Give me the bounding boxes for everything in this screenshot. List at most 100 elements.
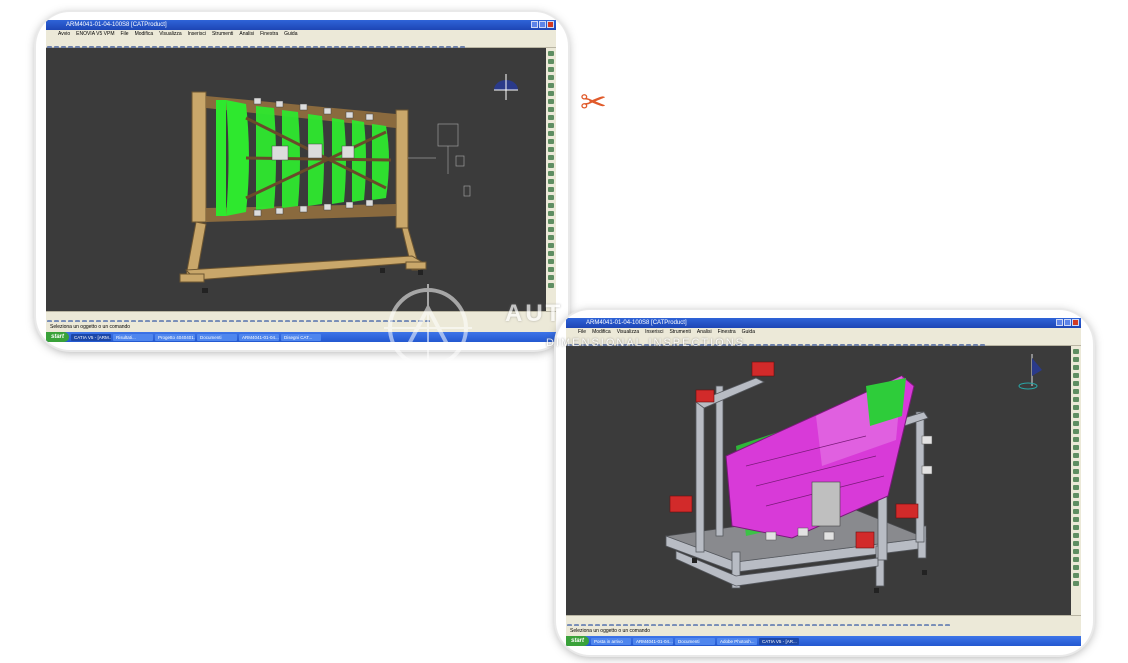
toolbar-icon[interactable]: [1073, 365, 1079, 370]
toolbar-icon[interactable]: [548, 227, 554, 232]
taskbar-item[interactable]: Progetto 4040401...: [155, 333, 196, 341]
menu-item[interactable]: Guida: [742, 328, 755, 336]
toolbar-icon[interactable]: [1073, 373, 1079, 378]
toolbar-icon[interactable]: [548, 235, 554, 240]
toolbar-icon[interactable]: [1073, 485, 1079, 490]
taskbar-item[interactable]: Risultati...: [113, 333, 154, 341]
compass-icon[interactable]: [1018, 354, 1042, 390]
toolbar-icon[interactable]: [1073, 509, 1079, 514]
taskbar-item[interactable]: CATIA V5 - [ARM...: [71, 333, 112, 341]
menu-item[interactable]: Finestra: [718, 328, 736, 336]
3d-viewport[interactable]: [566, 346, 1071, 616]
close-button[interactable]: [547, 21, 554, 28]
3d-viewport[interactable]: [46, 48, 546, 312]
toolbar-icon[interactable]: [1073, 421, 1079, 426]
menu-item[interactable]: Avvio: [58, 30, 70, 38]
taskbar-item[interactable]: Documenti: [197, 333, 238, 341]
menu-item[interactable]: File: [578, 328, 586, 336]
toolbar-icon[interactable]: [1073, 501, 1079, 506]
toolbar-icon[interactable]: [1073, 541, 1079, 546]
maximize-button[interactable]: [539, 21, 546, 28]
menu-item[interactable]: Guida: [284, 30, 297, 38]
close-button[interactable]: [1072, 319, 1079, 326]
toolbar-icon[interactable]: [548, 219, 554, 224]
toolbar-icon[interactable]: [1073, 429, 1079, 434]
toolbar-icon[interactable]: [1073, 557, 1079, 562]
toolbar-icon[interactable]: [1073, 437, 1079, 442]
toolbar-icon[interactable]: [548, 99, 554, 104]
toolbar-icon[interactable]: [1073, 549, 1079, 554]
toolbar-icon[interactable]: [1073, 565, 1079, 570]
menu-item[interactable]: Finestra: [260, 30, 278, 38]
toolbar-icon[interactable]: [548, 163, 554, 168]
menu-item[interactable]: Strumenti: [212, 30, 233, 38]
toolbar-icon[interactable]: [1073, 525, 1079, 530]
toolbar-icon[interactable]: [1073, 517, 1079, 522]
toolbar-icon[interactable]: [1073, 469, 1079, 474]
toolbar-icon[interactable]: [548, 259, 554, 264]
minimize-button[interactable]: [531, 21, 538, 28]
minimize-button[interactable]: [1056, 319, 1063, 326]
taskbar-item[interactable]: Posta in arrivo: [591, 637, 632, 645]
menu-item[interactable]: Inserisci: [188, 30, 206, 38]
toolbar-icon[interactable]: [548, 139, 554, 144]
menu-item[interactable]: Modifica: [135, 30, 154, 38]
toolbar-icon[interactable]: [1073, 477, 1079, 482]
toolbar-icon[interactable]: [548, 123, 554, 128]
taskbar-item[interactable]: CATIA V5 - [AR...: [759, 637, 800, 645]
toolbar-icon[interactable]: [1073, 413, 1079, 418]
menu-item[interactable]: Modifica: [592, 328, 611, 336]
toolbar-icon[interactable]: [548, 275, 554, 280]
toolbar-icon[interactable]: [1073, 405, 1079, 410]
toolbar-icon[interactable]: [548, 75, 554, 80]
toolbar-icon[interactable]: [548, 251, 554, 256]
toolbar-icon[interactable]: [548, 203, 554, 208]
compass-icon[interactable]: [494, 74, 518, 100]
toolbar-icon[interactable]: [1073, 533, 1079, 538]
toolbar-icon[interactable]: [1073, 581, 1079, 586]
menu-item[interactable]: ENOVIA V5 VPM: [76, 30, 114, 38]
toolbar-icon[interactable]: [1073, 493, 1079, 498]
menu-item[interactable]: File: [121, 30, 129, 38]
toolbar-icon[interactable]: [1073, 397, 1079, 402]
toolbar-icon[interactable]: [548, 83, 554, 88]
toolbar-icon[interactable]: [548, 59, 554, 64]
toolbar-icon[interactable]: [548, 283, 554, 288]
taskbar-item[interactable]: Adobe Photosh...: [717, 637, 758, 645]
menu-item[interactable]: Visualizza: [617, 328, 639, 336]
toolbar-icon[interactable]: [1073, 357, 1079, 362]
toolbar-icon[interactable]: [548, 243, 554, 248]
menu-item[interactable]: Visualizza: [159, 30, 181, 38]
taskbar-item[interactable]: Documenti: [675, 637, 716, 645]
toolbar-icon[interactable]: [1073, 389, 1079, 394]
taskbar-item[interactable]: Disegni CAT...: [281, 333, 322, 341]
toolbar-icon[interactable]: [548, 155, 554, 160]
toolbar-icon[interactable]: [548, 131, 554, 136]
toolbar-icon[interactable]: [1073, 453, 1079, 458]
toolbar-icon[interactable]: [548, 179, 554, 184]
toolbar-icon[interactable]: [1073, 349, 1079, 354]
toolbar-icon[interactable]: [548, 147, 554, 152]
toolbar-icon[interactable]: [1073, 573, 1079, 578]
menu-item[interactable]: Strumenti: [669, 328, 690, 336]
toolbar-icon[interactable]: [1073, 445, 1079, 450]
toolbar-icon[interactable]: [548, 187, 554, 192]
toolbar-icon[interactable]: [548, 211, 554, 216]
toolbar-icon[interactable]: [548, 267, 554, 272]
menu-item[interactable]: Analisi: [239, 30, 254, 38]
menu-item[interactable]: Analisi: [697, 328, 712, 336]
toolbar-icon[interactable]: [548, 67, 554, 72]
maximize-button[interactable]: [1064, 319, 1071, 326]
menu-item[interactable]: Inserisci: [645, 328, 663, 336]
taskbar-item[interactable]: ARM4041-01-04...: [239, 333, 280, 341]
toolbar-icon[interactable]: [548, 195, 554, 200]
toolbar-icon[interactable]: [548, 51, 554, 56]
toolbar-icon[interactable]: [1073, 461, 1079, 466]
toolbar-icon[interactable]: [548, 107, 554, 112]
taskbar-item[interactable]: ARM4041-01-04...: [633, 637, 674, 645]
toolbar-icon[interactable]: [548, 171, 554, 176]
toolbar-icon[interactable]: [548, 91, 554, 96]
toolbar-icon[interactable]: [548, 115, 554, 120]
start-button[interactable]: start: [566, 636, 590, 646]
start-button[interactable]: start: [46, 332, 70, 342]
